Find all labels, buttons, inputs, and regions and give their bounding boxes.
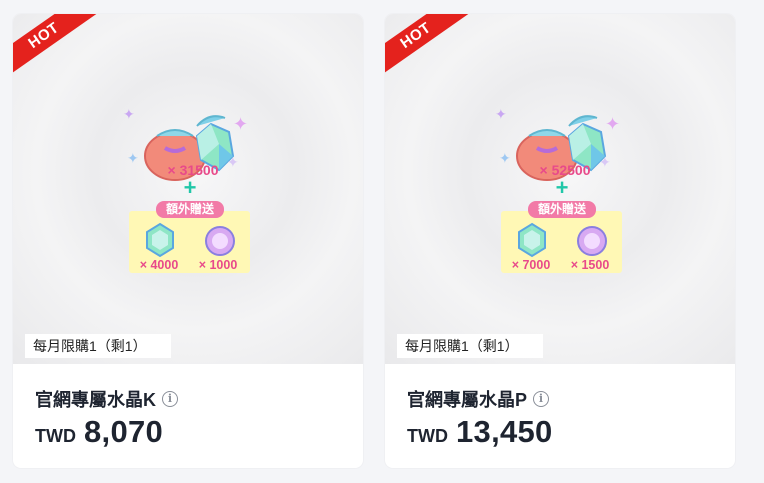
hot-badge: HOT [385, 14, 477, 84]
bonus-title: 額外贈送 [528, 201, 596, 218]
sparkle-icon: ✦ [495, 106, 507, 122]
product-name-row: 官網專屬水晶P i [407, 386, 550, 412]
product-card-k[interactable]: HOT ✦ ✦ ✦ ✦ × 31500 + 額外贈送 × 4000 × 1000 [13, 14, 363, 468]
round-gem-icon [205, 226, 235, 256]
price-currency: TWD [407, 426, 448, 446]
crystal-icon [146, 222, 174, 258]
purchase-limit-tag: 每月限購1（剩1） [25, 334, 171, 358]
product-image[interactable]: HOT ✦ ✦ ✦ ✦ × 52500 + 額外贈送 × 7000 × 1500 [385, 14, 735, 364]
crystal-icon [518, 222, 546, 258]
price-amount: 8,070 [83, 414, 164, 449]
sparkle-icon: ✦ [123, 106, 135, 122]
plus-icon: + [183, 175, 197, 200]
product-name: 官網專屬水晶K [35, 390, 156, 410]
price-row: TWD 13,450 [407, 414, 553, 450]
info-icon[interactable]: i [162, 391, 178, 407]
product-image[interactable]: HOT ✦ ✦ ✦ ✦ × 31500 + 額外贈送 × 4000 × 1000 [13, 14, 363, 364]
round-gem-icon [577, 226, 607, 256]
plus-icon: + [555, 175, 569, 200]
bonus-quantity: × 4000 [139, 258, 179, 272]
product-name: 官網專屬水晶P [407, 390, 528, 410]
info-icon[interactable]: i [533, 391, 550, 407]
sparkle-icon: ✦ [127, 150, 139, 166]
sparkle-icon: ✦ [499, 150, 511, 166]
bonus-quantity: × 7000 [511, 258, 551, 272]
price-row: TWD 8,070 [35, 414, 163, 450]
hot-badge: HOT [13, 14, 105, 84]
bonus-title: 額外贈送 [156, 201, 224, 218]
product-card-p[interactable]: HOT ✦ ✦ ✦ ✦ × 52500 + 額外贈送 × 7000 × 1500 [385, 14, 735, 468]
bonus-quantity: × 1000 [198, 258, 238, 272]
bonus-quantity: × 1500 [570, 258, 610, 272]
sparkle-icon: ✦ [605, 114, 621, 134]
product-name-row: 官網專屬水晶K i [35, 386, 178, 412]
price-amount: 13,450 [455, 414, 553, 449]
price-currency: TWD [35, 426, 76, 446]
sparkle-icon: ✦ [233, 114, 249, 134]
purchase-limit-tag: 每月限購1（剩1） [397, 334, 543, 358]
